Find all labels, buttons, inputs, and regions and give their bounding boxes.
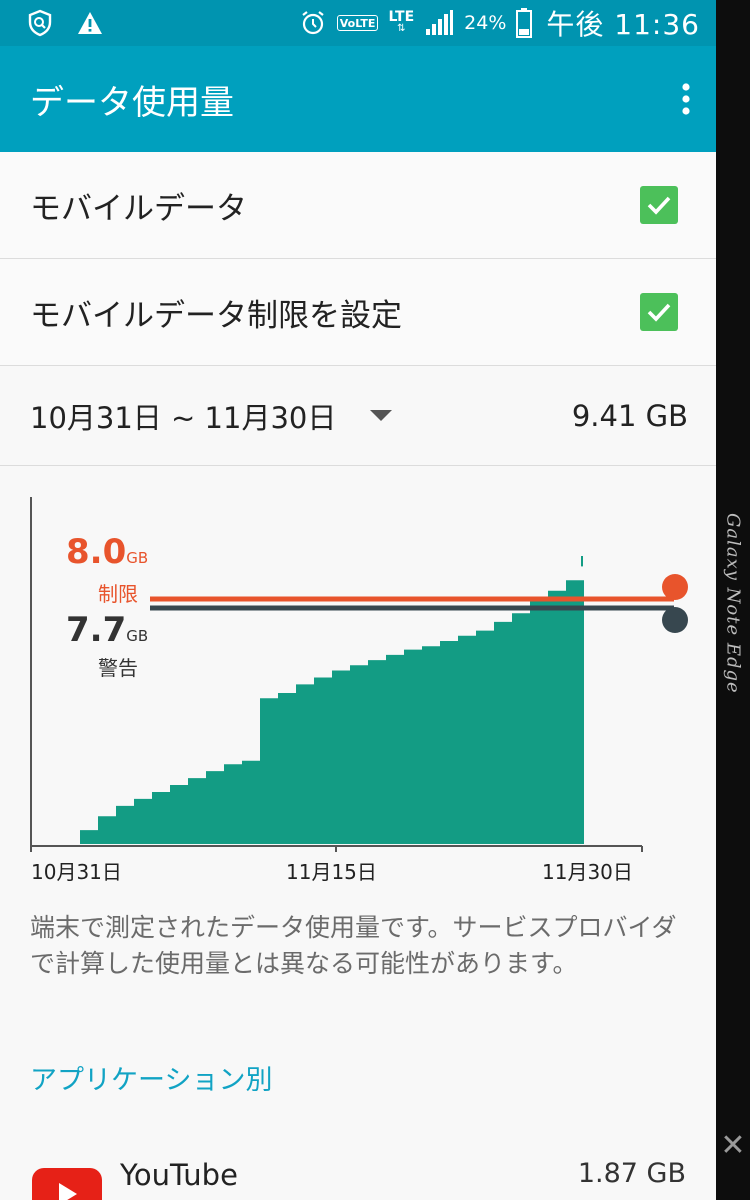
limit-label: 制限 [98,582,138,606]
battery-percent: 24% [464,12,507,34]
check-icon [647,303,671,322]
usage-area [62,566,584,844]
app-size: 1.87 GB [577,1158,686,1189]
more-options-button[interactable] [656,46,716,152]
volte-icon: VoLTE [336,15,379,31]
check-icon [647,196,671,215]
edge-label: Galaxy Note Edge [722,512,744,694]
warning-label: 警告 [98,656,138,680]
more-vert-icon [682,83,690,115]
limit-value: 8.0GB [66,532,149,572]
x-label-mid: 11月15日 [286,860,377,884]
app-name: YouTube [120,1158,238,1192]
alarm-icon [299,9,327,37]
status-clock: 午後 11:36 [546,8,700,41]
edge-screen: Galaxy Note Edge ✕ [716,0,750,1200]
youtube-icon [32,1168,102,1200]
battery-icon [516,8,533,38]
period-total: 9.41 GB [571,398,688,433]
status-bar: VoLTE LTE ⇅ 24% 午後 11:36 [0,0,716,46]
close-icon[interactable]: ✕ [716,1120,750,1170]
data-limit-label: モバイルデータ制限を設定 [30,297,402,334]
data-limit-checkbox[interactable] [640,293,678,331]
limit-handle [662,574,688,600]
app-toolbar: データ使用量 [0,46,716,152]
section-header-by-app: アプリケーション別 [30,1065,273,1096]
dropdown-caret-icon [370,410,393,421]
period-range: 10月31日 ~ 11月30日 [30,400,337,435]
app-usage-row-youtube[interactable]: YouTube 1.87 GB [0,1140,716,1200]
data-limit-row[interactable]: モバイルデータ制限を設定 [0,259,716,366]
period-selector[interactable]: 10月31日 ~ 11月30日 9.41 GB [0,366,716,466]
mobile-data-row[interactable]: モバイルデータ [0,152,716,259]
page-title: データ使用量 [30,82,234,123]
x-label-end: 11月30日 [542,860,633,884]
shield-icon [26,9,54,37]
warning-value: 7.7GB [66,610,149,650]
x-label-start: 10月31日 [31,860,122,884]
warning-icon [76,10,104,36]
warning-handle [662,607,688,633]
mobile-data-label: モバイルデータ [30,190,247,227]
usage-note: 端末で測定されたデータ使用量です。サービスプロバイダで計算した使用量とは異なる可… [30,913,677,978]
signal-icon [424,9,454,37]
lte-icon: LTE ⇅ [388,9,415,34]
mobile-data-checkbox[interactable] [640,186,678,224]
data-usage-screen: VoLTE LTE ⇅ 24% 午後 11:36 データ使用量 モバイルデータ モ… [0,0,716,1200]
